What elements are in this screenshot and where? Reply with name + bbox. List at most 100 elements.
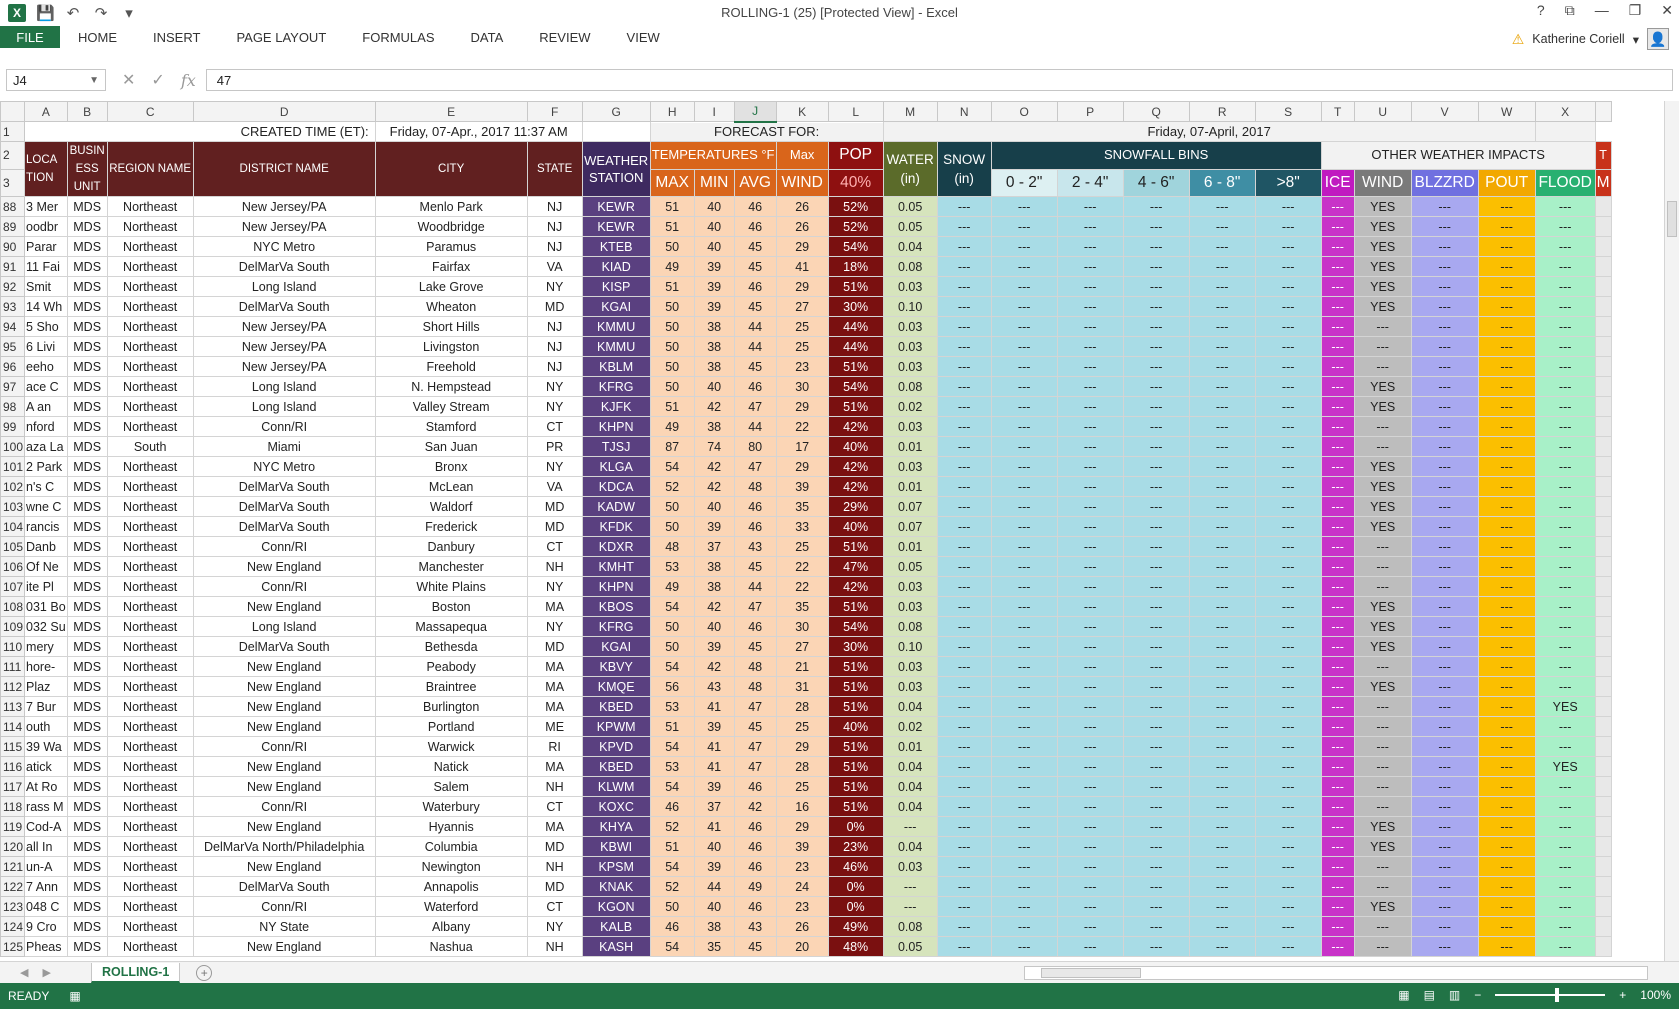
ice-cell[interactable]: --- (1320, 496, 1355, 517)
state-cell[interactable]: MD (526, 836, 583, 857)
flood-cell[interactable]: --- (1534, 416, 1596, 437)
region-cell[interactable]: Northeast (106, 716, 194, 737)
max-temp-cell[interactable]: 53 (649, 756, 695, 777)
station-cell[interactable]: KBLM (581, 356, 651, 377)
bin-cell[interactable]: --- (990, 656, 1058, 677)
impact-wind-cell[interactable]: YES (1353, 236, 1412, 257)
business-unit-cell[interactable]: MDS (66, 376, 108, 397)
max-temp-cell[interactable]: 50 (649, 316, 695, 337)
impact-wind-cell[interactable]: YES (1353, 376, 1412, 397)
station-cell[interactable]: KFRG (581, 376, 651, 397)
tab-review[interactable]: REVIEW (521, 26, 608, 48)
water-cell[interactable]: 0.08 (882, 616, 938, 637)
bin-cell[interactable]: --- (990, 256, 1058, 277)
avg-temp-cell[interactable]: 45 (733, 636, 777, 657)
bin-cell[interactable]: --- (990, 836, 1058, 857)
partial-cell[interactable] (1594, 456, 1612, 477)
bin-cell[interactable]: --- (1254, 576, 1322, 597)
water-cell[interactable]: 0.10 (882, 636, 938, 657)
forecast-for-label[interactable]: FORECAST FOR: (649, 121, 884, 142)
state-cell[interactable]: ME (526, 716, 583, 737)
row-number[interactable]: 125 (0, 936, 26, 957)
location-header[interactable]: LOCA TION (24, 141, 68, 197)
business-unit-cell[interactable]: MDS (66, 816, 108, 837)
region-cell[interactable]: Northeast (106, 416, 194, 437)
max-temp-cell[interactable]: 53 (649, 556, 695, 577)
avg-temp-cell[interactable]: 46 (733, 836, 777, 857)
power-outage-cell[interactable]: --- (1477, 556, 1536, 577)
row-number[interactable]: 118 (0, 796, 26, 817)
location-cell[interactable]: Cod-A (24, 816, 68, 837)
district-cell[interactable]: New England (192, 856, 376, 877)
impact-wind-cell[interactable]: --- (1353, 656, 1412, 677)
pop-cell[interactable]: 51% (827, 396, 884, 417)
bin-cell[interactable]: --- (1056, 416, 1124, 437)
avg-temp-cell[interactable]: 47 (733, 396, 777, 417)
pop-cell[interactable]: 52% (827, 216, 884, 237)
impact-wind-cell[interactable]: YES (1353, 456, 1412, 477)
water-cell[interactable]: 0.05 (882, 556, 938, 577)
power-outage-cell[interactable]: --- (1477, 516, 1536, 537)
business-unit-cell[interactable]: MDS (66, 936, 108, 957)
flood-cell[interactable]: --- (1534, 836, 1596, 857)
blizzard-cell[interactable]: --- (1410, 456, 1479, 477)
ice-cell[interactable]: --- (1320, 716, 1355, 737)
min-temp-cell[interactable]: 39 (693, 776, 735, 797)
water-cell[interactable]: 0.08 (882, 256, 938, 277)
region-cell[interactable]: Northeast (106, 756, 194, 777)
impact-wind-cell[interactable]: YES (1353, 836, 1412, 857)
bin-cell[interactable]: --- (1188, 636, 1256, 657)
bin-cell[interactable]: --- (1188, 896, 1256, 917)
ice-cell[interactable]: --- (1320, 416, 1355, 437)
location-cell[interactable]: Plaz (24, 676, 68, 697)
row-number[interactable]: 92 (0, 276, 26, 297)
flood-cell[interactable]: --- (1534, 496, 1596, 517)
wind-cell[interactable]: 25 (775, 776, 829, 797)
city-cell[interactable]: Waterford (374, 896, 528, 917)
bin-6-8-header[interactable]: 6 - 8" (1188, 168, 1256, 197)
ice-cell[interactable]: --- (1320, 576, 1355, 597)
pop-cell[interactable]: 30% (827, 296, 884, 317)
bin-cell[interactable]: --- (1122, 456, 1190, 477)
partial-cell[interactable] (1594, 816, 1612, 837)
region-cell[interactable]: Northeast (106, 456, 194, 477)
name-box[interactable]: J4 ▼ (6, 69, 106, 91)
blizzard-cell[interactable]: --- (1410, 336, 1479, 357)
region-cell[interactable]: Northeast (106, 536, 194, 557)
min-temp-cell[interactable]: 42 (693, 396, 735, 417)
bin-cell[interactable]: --- (990, 816, 1058, 837)
district-cell[interactable]: New England (192, 676, 376, 697)
city-cell[interactable]: Short Hills (374, 316, 528, 337)
flood-cell[interactable]: YES (1534, 756, 1596, 777)
sheet-table[interactable]: A B C D E F G H I J K L M N O P Q R S T … (0, 101, 1612, 957)
bin-cell[interactable]: --- (990, 756, 1058, 777)
city-cell[interactable]: Lake Grove (374, 276, 528, 297)
min-temp-cell[interactable]: 42 (693, 456, 735, 477)
avg-temp-cell[interactable]: 46 (733, 896, 777, 917)
bin-cell[interactable]: --- (1122, 816, 1190, 837)
wind-cell[interactable]: 25 (775, 316, 829, 337)
flood-cell[interactable]: --- (1534, 396, 1596, 417)
wind-cell[interactable]: 25 (775, 336, 829, 357)
column-header[interactable] (1594, 101, 1612, 122)
blizzard-cell[interactable]: --- (1410, 676, 1479, 697)
station-cell[interactable]: KMQE (581, 676, 651, 697)
pop-cell[interactable]: 30% (827, 636, 884, 657)
snowfall-bins-header[interactable]: SNOWFALL BINS (990, 141, 1322, 170)
location-cell[interactable]: 032 Su (24, 616, 68, 637)
partial-cell[interactable] (1594, 516, 1612, 537)
bin-cell[interactable]: --- (1188, 476, 1256, 497)
blizzard-cell[interactable]: --- (1410, 476, 1479, 497)
business-unit-cell[interactable]: MDS (66, 436, 108, 457)
snow-cell[interactable]: --- (936, 776, 992, 797)
bin-cell[interactable]: --- (990, 216, 1058, 237)
district-cell[interactable]: Long Island (192, 616, 376, 637)
region-cell[interactable]: Northeast (106, 636, 194, 657)
state-cell[interactable]: NY (526, 616, 583, 637)
district-cell[interactable]: DelMarVa South (192, 256, 376, 277)
wind-cell[interactable]: 39 (775, 836, 829, 857)
row-number[interactable]: 1 (0, 121, 26, 142)
pop-cell[interactable]: 40% (827, 716, 884, 737)
city-cell[interactable]: Waldorf (374, 496, 528, 517)
station-cell[interactable]: KPSM (581, 856, 651, 877)
